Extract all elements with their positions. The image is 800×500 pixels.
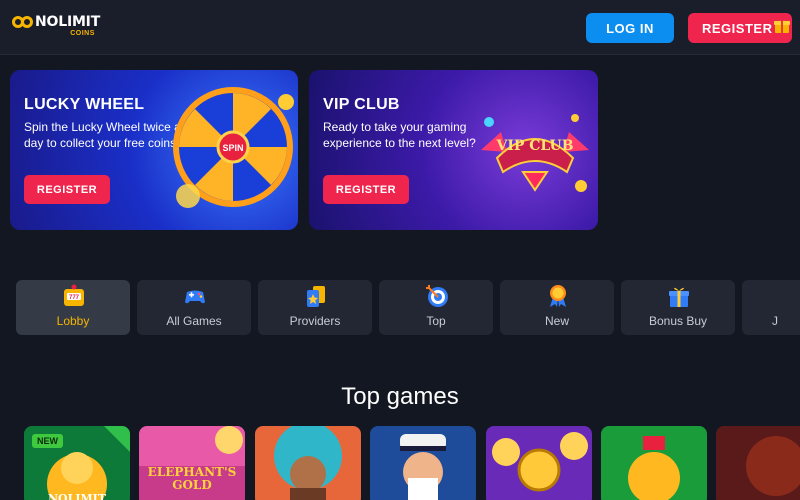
category-providers[interactable]: Providers <box>258 280 372 335</box>
slot-machine-icon: 777 <box>64 284 84 306</box>
category-lobby[interactable]: 777 Lobby <box>16 280 130 335</box>
gift-icon <box>774 18 790 33</box>
gamepad-icon <box>185 290 205 304</box>
game-title: NOLIMIT <box>47 492 107 500</box>
login-button[interactable]: LOG IN <box>586 13 674 43</box>
category-bar: 777 Lobby All Games Providers Top New Bo… <box>16 280 800 335</box>
game-art-pig-green <box>601 426 707 500</box>
banner-title: LUCKY WHEEL <box>24 96 145 113</box>
new-badge-icon <box>550 285 566 307</box>
target-icon <box>426 285 448 307</box>
game-art-dark <box>716 426 800 500</box>
category-partial[interactable]: J <box>742 280 800 335</box>
wheel-spin-label: SPIN <box>222 143 243 153</box>
nolimit-coins-logo[interactable]: NOLIMIT COINS <box>12 14 100 40</box>
game-title: ELEPHANT'S GOLD <box>147 465 237 492</box>
category-label: Top <box>426 314 446 328</box>
game-art-coins <box>486 426 592 500</box>
top-header: NOLIMIT COINS LOG IN REGISTER <box>0 0 800 55</box>
svg-text:777: 777 <box>69 295 80 301</box>
category-label: New <box>544 314 569 328</box>
category-new[interactable]: New <box>500 280 614 335</box>
game-tile[interactable] <box>601 426 707 500</box>
vip-badge-text: VIP CLUB <box>495 138 573 154</box>
category-label: All Games <box>166 314 222 328</box>
gift-icon <box>669 287 689 307</box>
vip-club-banner[interactable]: VIP CLUB Ready to take your gaming exper… <box>309 70 598 230</box>
game-tile[interactable] <box>370 426 476 500</box>
top-games-title: Top games <box>341 383 459 410</box>
banner-title: VIP CLUB <box>323 96 400 113</box>
category-all-games[interactable]: All Games <box>137 280 251 335</box>
game-tile[interactable] <box>486 426 592 500</box>
banner-text: Ready to take your gaming experience to … <box>323 120 476 150</box>
vip-club-register-button[interactable]: REGISTER <box>323 175 409 204</box>
lucky-wheel-icon: SPIN <box>173 87 294 208</box>
vip-club-badge-icon: VIP CLUB <box>481 114 589 192</box>
game-art-captain <box>370 426 476 500</box>
logo-subtext: COINS <box>70 30 95 37</box>
lucky-wheel-banner[interactable]: LUCKY WHEEL Spin the Lucky Wheel twice a… <box>10 70 298 230</box>
game-tile[interactable]: ELEPHANT'S GOLD <box>139 426 245 500</box>
category-top[interactable]: Top <box>379 280 493 335</box>
lucky-wheel-register-button[interactable]: REGISTER <box>24 175 110 204</box>
game-art-carnival <box>255 426 361 500</box>
game-tile[interactable] <box>716 426 800 500</box>
category-label: Providers <box>289 314 341 328</box>
cards-icon <box>307 286 325 307</box>
banner-text: Spin the Lucky Wheel twice a day to coll… <box>24 120 181 150</box>
category-label: J <box>772 314 778 328</box>
category-label: Lobby <box>56 314 90 328</box>
logo-text: NOLIMIT <box>35 14 101 30</box>
game-tile[interactable] <box>255 426 361 500</box>
new-badge: NEW <box>32 434 63 448</box>
infinity-icon <box>12 16 34 30</box>
game-tile[interactable]: NEW NOLIMIT <box>24 426 130 500</box>
